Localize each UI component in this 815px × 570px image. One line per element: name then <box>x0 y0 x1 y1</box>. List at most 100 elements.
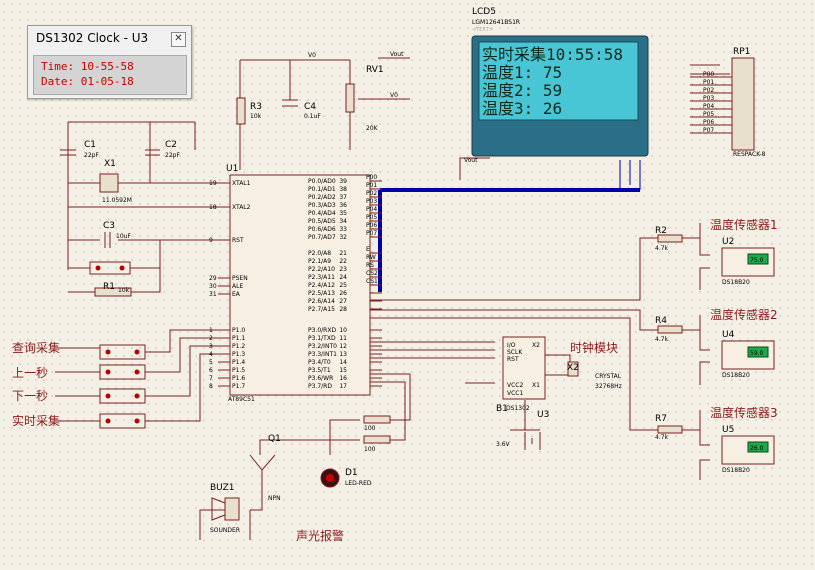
u3-pin-io: I/O <box>507 342 516 349</box>
button-prev-second[interactable] <box>99 364 146 380</box>
label-button-next: 下一秒 <box>12 389 48 403</box>
schematic-canvas[interactable]: LCD5 LGM12641BS1R 实时采集10:55:58 温度1: 75 温… <box>0 0 815 570</box>
u2-ref: U2 <box>722 237 734 247</box>
net-v0-rv: V0 <box>390 92 398 99</box>
mcu-right-pin-number: 25 <box>339 282 347 289</box>
lcd-module[interactable]: LCD5 LGM12641BS1R 实时采集10:55:58 温度1: 75 温… <box>471 7 649 157</box>
mcu-left-pin-label: RST <box>232 237 244 244</box>
mcu-right-pin-number: 17 <box>339 383 347 390</box>
mcu-left-pin-number: 3 <box>209 343 213 350</box>
d1-ref: D1 <box>345 468 358 478</box>
u2-part: DS18B20 <box>722 279 750 286</box>
net-p0-label: P06 <box>366 222 377 229</box>
mcu-right-pin-number: 15 <box>339 367 347 374</box>
ds1302-u3[interactable]: I/O SCLK RST VCC2 VCC1 X2 X1 DS1302 U3 <box>502 336 549 420</box>
resistor-pack-rp1[interactable]: RP1 RESPACK-8 P00P01P02P03P04P05P06P07 <box>690 47 766 158</box>
net-p0-label: P07 <box>366 230 377 237</box>
mcu-right-pin-label: P0.1/AD1 <box>308 186 336 193</box>
mcu-left-pin-label: P1.6 <box>232 375 245 382</box>
mcu-right-pin-number: 24 <box>339 274 347 281</box>
button-query[interactable] <box>99 344 146 360</box>
rp1-part: RESPACK-8 <box>733 151 766 158</box>
mcu-left-pin-number: 9 <box>209 237 213 244</box>
u4-part: DS18B20 <box>722 372 750 379</box>
mcu-right-pin-label: P3.0/RXD <box>308 327 336 334</box>
mcu-right-pin-number: 33 <box>339 226 347 233</box>
mcu-at89c51[interactable]: U1 AT89C51 19 XTAL118 XTAL29 RST29 PSEN30 ALE… <box>209 164 382 403</box>
net-p2-label: CS2 <box>366 270 378 277</box>
lcd-line-1: 实时采集10:55:58 <box>482 45 623 64</box>
r3-ref: R3 <box>250 102 262 112</box>
mcu-right-pin-label: P3.5/T1 <box>308 367 331 374</box>
mcu-right-pin-label: P3.3/INT1 <box>308 351 337 358</box>
mcu-right-pin-number: 16 <box>339 375 347 382</box>
rp1-ref: RP1 <box>733 47 750 57</box>
c3-ref: C3 <box>103 221 115 231</box>
mcu-left-pin-number: 1 <box>209 327 213 334</box>
b1-ref: B1 <box>496 404 508 414</box>
button-reset[interactable] <box>89 261 131 275</box>
mcu-right-pin-number: 11 <box>339 335 347 342</box>
mcu-left-pin-label: P1.2 <box>232 343 245 350</box>
led-d1[interactable] <box>320 468 340 488</box>
rp1-pin-label: P05 <box>703 111 714 118</box>
rp1-pin-label: P06 <box>703 119 714 126</box>
mcu-right-pin-number: 21 <box>339 250 347 257</box>
lcd-text-tag: <TEXT> <box>472 27 493 33</box>
mcu-right-pin-label: P2.4/A12 <box>308 282 335 289</box>
mcu-left-pin-number: 6 <box>209 367 213 374</box>
r7-val: 4.7k <box>655 434 669 441</box>
sensors[interactable]: U2 U4 U5 75.0 59.0 26.0 DS18B20 DS18B20 … <box>721 237 775 474</box>
mcu-right-pin-number: 27 <box>339 298 347 305</box>
u3-pin-vcc2: VCC2 <box>507 382 523 389</box>
mcu-right-pin-number: 26 <box>339 290 347 297</box>
c4-val: 0.1uF <box>304 113 321 120</box>
mcu-right-pin-number: 36 <box>339 202 347 209</box>
button-next-second[interactable] <box>99 388 146 404</box>
rv1-ref: RV1 <box>366 65 384 75</box>
d1-part: LED-RED <box>345 480 372 487</box>
lcd-line-2: 温度1: 75 <box>482 63 562 82</box>
lcd-line-4: 温度3: 26 <box>482 99 562 118</box>
mcu-left-pin-number: 30 <box>209 283 217 290</box>
mcu-left-pin-number: 29 <box>209 275 217 282</box>
label-sensor1: 温度传感器1 <box>710 217 778 232</box>
r2-val: 4.7k <box>655 245 669 252</box>
net-p0-label: P03 <box>366 198 377 205</box>
q1-part: NPN <box>268 495 281 502</box>
c4-ref: C4 <box>304 102 316 112</box>
button-realtime[interactable] <box>99 413 146 429</box>
mcu-left-pin-number: 18 <box>209 204 217 211</box>
annotations: 温度传感器1 温度传感器2 温度传感器3 时钟模块 声光报警 查询采集 上一秒 … <box>12 217 778 543</box>
mcu-right-pin-label: P2.2/A10 <box>308 266 335 273</box>
mcu-right-pin-label: P2.6/A14 <box>308 298 335 305</box>
x2-val: 32768Hz <box>595 383 622 390</box>
rp1-pin-label: P00 <box>703 71 714 78</box>
mcu-right-pin-number: 34 <box>339 218 347 225</box>
mcu-right-pin-label: P3.7/RD <box>308 383 332 390</box>
buz1-ref: BUZ1 <box>210 483 235 493</box>
resistor-a-val: 100 <box>364 425 376 432</box>
r1-val: 10k <box>118 287 130 294</box>
mcu-right-pin-label: P0.4/AD4 <box>308 210 336 217</box>
mcu-left-pin-label: PSEN <box>232 275 248 282</box>
u3-pin-x1: X1 <box>532 382 540 389</box>
mcu-right-pin-number: 14 <box>339 359 347 366</box>
u5-part: DS18B20 <box>722 467 750 474</box>
sounder-buz1[interactable] <box>211 497 240 521</box>
rp1-pin-label: P01 <box>703 79 714 86</box>
q1-ref: Q1 <box>268 434 281 444</box>
mcu-right-pin-label: P0.3/AD3 <box>308 202 336 209</box>
u3-pin-x2: X2 <box>532 342 540 349</box>
mcu-right-pin-label: P0.6/AD6 <box>308 226 336 233</box>
label-button-prev: 上一秒 <box>12 366 48 380</box>
r2-ref: R2 <box>655 226 667 236</box>
mcu-right-pin-number: 13 <box>339 351 347 358</box>
net-p0-label: P04 <box>366 206 377 213</box>
mcu-left-pin-label: P1.7 <box>232 383 245 390</box>
mcu-right-pin-number: 37 <box>339 194 347 201</box>
mcu-right-pin-number: 10 <box>339 327 347 334</box>
mcu-left-pin-label: ALE <box>232 283 243 290</box>
x2-part: CRYSTAL <box>595 373 622 380</box>
mcu-left-pin-label: P1.1 <box>232 335 245 342</box>
